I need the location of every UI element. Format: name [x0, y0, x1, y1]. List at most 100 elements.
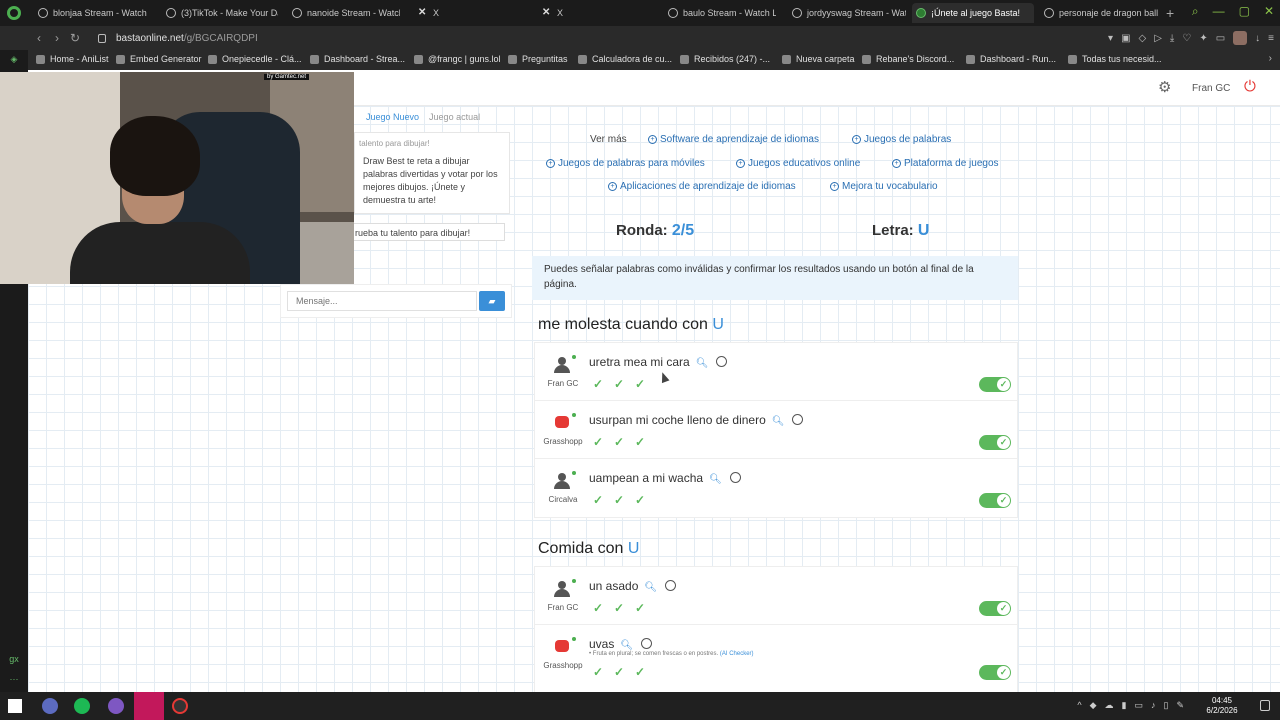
menu-icon[interactable]: ≡ [1268, 33, 1274, 44]
breadcrumb-new-game[interactable]: Juego Nuevo [366, 112, 419, 122]
chip-plataforma-juegos[interactable]: + Plataforma de juegos [892, 158, 999, 169]
system-tray: ^ ◆ ☁ ▮ ▭ ♪ ▯ ✎ [1077, 700, 1184, 711]
bookmark-calculadora[interactable]: Calculadora de cu... [578, 54, 672, 64]
shield-icon[interactable]: ◇ [1139, 33, 1147, 44]
address-bar: ‹ › ↻ bastaonline.net/g/BGCAIRQDPI ▾ ▣ ◇… [0, 26, 1280, 50]
bookmark-dashboard-run[interactable]: Dashboard - Run... [966, 54, 1056, 64]
tab-5[interactable]: ✕ X [538, 3, 648, 23]
breadcrumb-current-game: Juego actual [429, 112, 481, 122]
emoji-react-icon[interactable] [665, 580, 677, 591]
taskbar-clock[interactable]: 04:45 6/2/2026 [1200, 696, 1244, 716]
bookmark-guns-lol[interactable]: @frangc | guns.lol [414, 54, 501, 64]
active-app-icon[interactable] [134, 692, 164, 720]
gear-icon[interactable]: ⚙ [1158, 80, 1174, 96]
bookmarks-more-icon[interactable]: › [1269, 53, 1272, 64]
search-icon[interactable]: ⌕ [1192, 4, 1199, 19]
power-icon[interactable]: ⏻ [1244, 79, 1260, 95]
obs-icon[interactable] [172, 698, 188, 714]
window-controls: ⌕ — ▢ ✕ [1192, 4, 1274, 19]
opera-gx-icon[interactable] [108, 698, 124, 714]
emoji-react-icon[interactable] [641, 638, 653, 649]
bookmark-rebane-discord[interactable]: Rebane's Discord... [862, 54, 954, 64]
bookmark-anilist[interactable]: Home - AniList [36, 54, 109, 64]
reload-icon[interactable]: ↻ [66, 31, 84, 45]
emoji-react-icon[interactable] [792, 414, 804, 425]
user-name[interactable]: Fran GC [1192, 83, 1230, 94]
back-icon[interactable]: ‹ [30, 31, 48, 45]
emoji-react-icon[interactable] [729, 472, 741, 483]
search-icon[interactable]: 🔍︎ [696, 358, 709, 369]
chip-juegos-moviles[interactable]: + Juegos de palabras para móviles [546, 158, 705, 169]
profile-avatar[interactable] [1233, 31, 1248, 45]
tab-1[interactable]: blonjaa Stream - Watch Li [34, 3, 150, 23]
chat-input[interactable] [287, 291, 477, 311]
chip-juegos-palabras[interactable]: + Juegos de palabras [852, 134, 951, 145]
search-icon[interactable]: 🔍︎ [644, 582, 657, 593]
notification-icon[interactable] [1260, 700, 1270, 711]
tray-language-icon[interactable]: ✎ [1176, 700, 1184, 711]
chip-juegos-educativos[interactable]: + Juegos educativos online [736, 158, 860, 169]
bookmark-nueva-carpeta[interactable]: Nueva carpeta [782, 54, 855, 64]
bookmark-recibidos[interactable]: Recibidos (247) -... [680, 54, 770, 64]
plus-icon: + [608, 181, 617, 191]
valid-toggle[interactable]: ✓ [979, 435, 1011, 450]
bookmark-todas-tus-necesidades[interactable]: Todas tus necesid... [1068, 54, 1162, 64]
chip-aplicaciones-idiomas[interactable]: + Aplicaciones de aprendizaje de idiomas [608, 181, 796, 192]
heart-icon[interactable]: ♡ [1182, 33, 1191, 44]
tray-mic-icon[interactable]: ▮ [1122, 700, 1127, 711]
spotify-icon[interactable] [74, 698, 90, 714]
play-icon[interactable]: ▷ [1154, 33, 1162, 44]
sidebar-gx-corner-icon[interactable]: gx [7, 654, 21, 666]
tab-7[interactable]: jordyyswag Stream - Wat [788, 3, 906, 23]
tray-chevron-icon[interactable]: ^ [1077, 700, 1081, 711]
close-icon[interactable]: ✕ [1264, 4, 1274, 19]
search-icon[interactable]: 🔍︎ [620, 640, 633, 651]
tray-network-icon[interactable]: ▭ [1134, 700, 1143, 711]
answer-word: un asado 🔍︎ [589, 579, 677, 593]
search-icon[interactable]: 🔍︎ [772, 416, 785, 427]
download-icon[interactable]: ⤓ [1170, 33, 1174, 44]
tray-volume-icon[interactable]: ♪ [1151, 700, 1156, 711]
tab-6[interactable]: baulo Stream - Watch Li [664, 3, 776, 23]
valid-toggle[interactable]: ✓ [979, 665, 1011, 680]
tray-app-icon[interactable]: ◆ [1090, 700, 1097, 711]
maximize-icon[interactable]: ▢ [1239, 4, 1250, 19]
bookmark-dashboard-stream[interactable]: Dashboard - Strea... [310, 54, 405, 64]
new-tab-button[interactable]: + [1166, 5, 1174, 21]
preguntitas-icon [508, 54, 517, 64]
search-icon[interactable]: 🔍︎ [709, 474, 722, 485]
chip-software-idiomas[interactable]: + Software de aprendizaje de idiomas [648, 134, 819, 145]
forward-icon[interactable]: › [48, 31, 66, 45]
tab-8-active[interactable]: ¡Únete al juego Basta! [912, 3, 1034, 23]
url-field[interactable]: bastaonline.net/g/BGCAIRQDPI [98, 33, 258, 44]
bookmark-onepiecedle[interactable]: Onepiecedle - Clá... [208, 54, 302, 64]
opera-gx-logo-icon[interactable] [0, 0, 28, 26]
chip-mejora-vocabulario[interactable]: + Mejora tu vocabulario [830, 181, 938, 192]
vote-checks: ✓ ✓ ✓ [593, 435, 650, 449]
chat-send-button[interactable]: ▰ [479, 291, 505, 311]
tab-3[interactable]: nanoide Stream - Watch Li [288, 3, 400, 23]
extensions-icon[interactable]: ✦ [1199, 33, 1207, 44]
wallet-icon[interactable]: ▭ [1216, 33, 1225, 44]
downloads-icon[interactable]: ↓ [1255, 33, 1260, 44]
windows-start-icon[interactable] [8, 699, 22, 713]
valid-toggle[interactable]: ✓ [979, 493, 1011, 508]
bookmark-preguntitas[interactable]: Preguntitas [508, 54, 568, 64]
screenshot-icon[interactable]: ▣ [1121, 33, 1130, 44]
pin-icon[interactable]: ▾ [1108, 33, 1113, 44]
tab-2[interactable]: (3)TikTok - Make Your Da [162, 3, 278, 23]
tray-battery-icon[interactable]: ▯ [1164, 700, 1169, 711]
valid-toggle[interactable]: ✓ [979, 377, 1011, 392]
tab-9[interactable]: personaje de dragon ball [1040, 3, 1158, 23]
app-icon[interactable] [42, 698, 58, 714]
minimize-icon[interactable]: — [1213, 4, 1225, 19]
check-icon: ✓ [593, 493, 604, 507]
bookmark-embed-generator[interactable]: Embed Generator [116, 54, 202, 64]
emoji-react-icon[interactable] [716, 356, 728, 367]
tab-4[interactable]: ✕ X [414, 3, 524, 23]
sidebar-gx-icon[interactable]: ◈ [7, 54, 21, 66]
valid-toggle[interactable]: ✓ [979, 601, 1011, 616]
tray-cloud-icon[interactable]: ☁ [1105, 700, 1114, 711]
promo-button[interactable]: rueba tu talento para dibujar! [348, 223, 505, 241]
sidebar-more-icon[interactable]: ··· [7, 674, 21, 686]
